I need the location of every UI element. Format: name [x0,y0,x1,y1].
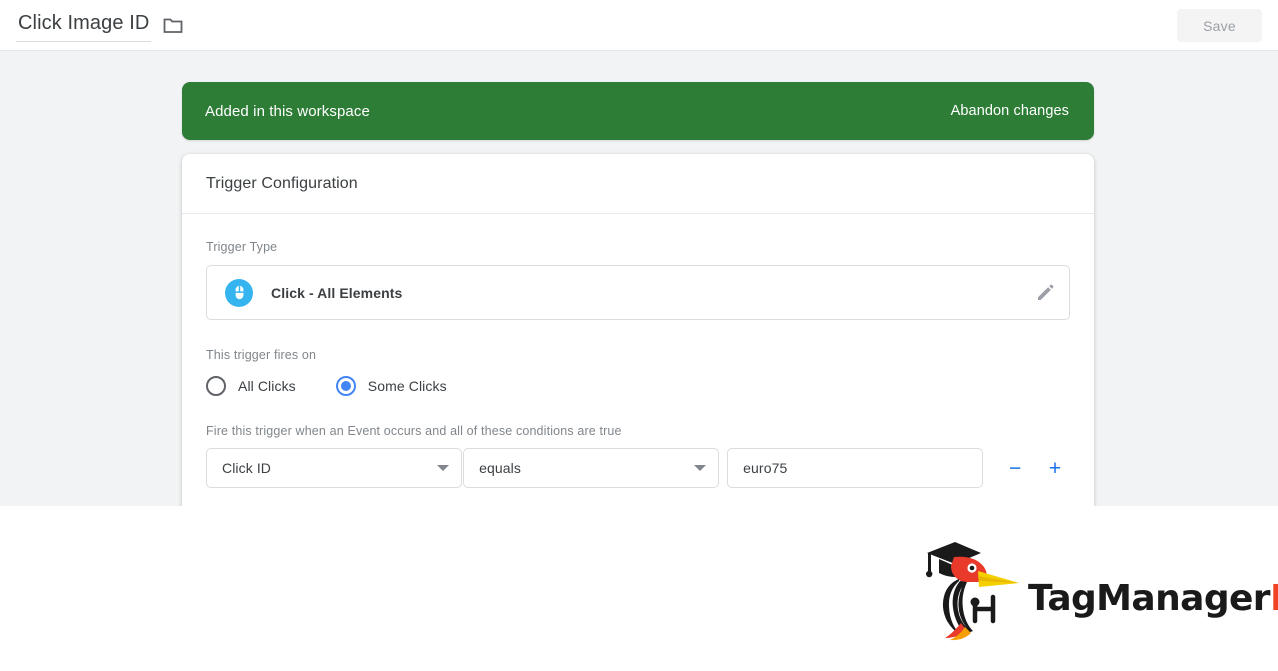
folder-icon[interactable] [163,16,183,34]
add-condition-button[interactable]: + [1040,453,1070,483]
condition-operator-select[interactable]: equals [463,448,720,488]
logo-text-accent: Italia [1269,578,1278,619]
radio-option-some-clicks[interactable]: Some Clicks [335,376,447,396]
radio-some-clicks-label: Some Clicks [367,378,447,394]
workspace-banner-message: Added in this workspace [205,102,370,120]
remove-condition-button[interactable]: − [1000,453,1030,483]
top-bar: Click Image ID Save [0,0,1278,51]
condition-operator-value: equals [479,460,521,476]
chevron-down-icon [437,465,450,471]
fires-on-radio-group: All Clicks Some Clicks [206,373,1070,399]
radio-option-all-clicks[interactable]: All Clicks [206,376,296,396]
card-header: Trigger Configuration [182,154,1094,214]
card-title: Trigger Configuration [206,174,358,192]
logo-wordmark: TagManagerItalia [1028,578,1278,619]
workspace-banner: Added in this workspace Abandon changes [182,82,1094,140]
radio-all-clicks-indicator[interactable] [206,376,226,396]
page-title[interactable]: Click Image ID [16,12,152,42]
title-area: Click Image ID [16,12,183,42]
condition-value-input[interactable] [727,448,984,488]
trigger-configuration-card: Trigger Configuration Trigger Type Click… [182,154,1094,506]
conditions-label: Fire this trigger when an Event occurs a… [206,424,622,438]
condition-row: Click ID equals − + [206,448,1070,488]
abandon-changes-link[interactable]: Abandon changes [951,103,1069,119]
tagmanageritalia-logo: TagManagerItalia [915,535,1278,645]
card-body: Trigger Type Click - All Elements This t… [182,214,1094,488]
content-area: Added in this workspace Abandon changes … [0,51,1278,506]
radio-all-clicks-label: All Clicks [238,378,296,394]
mouse-click-icon [225,278,253,307]
chevron-down-icon [694,465,707,471]
pencil-icon[interactable] [1035,283,1055,303]
woodpecker-graduate-icon [915,542,1028,649]
save-button[interactable]: Save [1177,9,1262,42]
condition-variable-value: Click ID [222,460,272,476]
logo-text-primary: TagManager [1028,578,1271,619]
radio-some-clicks-indicator[interactable] [335,376,356,396]
trigger-type-value: Click - All Elements [271,284,403,301]
trigger-type-label: Trigger Type [206,240,278,254]
trigger-type-selector[interactable]: Click - All Elements [206,265,1070,320]
condition-variable-select[interactable]: Click ID [206,448,463,488]
fires-on-label: This trigger fires on [206,348,317,362]
